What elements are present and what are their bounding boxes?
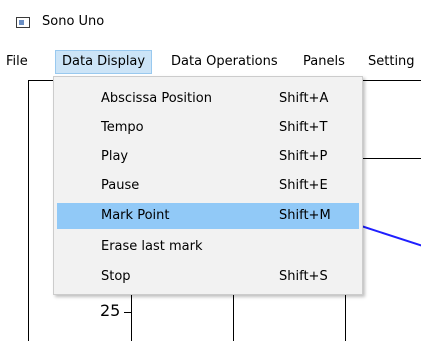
menu-item-play[interactable]: Play Shift+P <box>57 144 359 170</box>
app-window-icon <box>16 17 30 28</box>
menu-item-pause[interactable]: Pause Shift+E <box>57 173 359 199</box>
menu-item-label: Erase last mark <box>101 239 203 254</box>
menu-item-abscissa-position[interactable]: Abscissa Position Shift+A <box>57 86 359 112</box>
menu-bar: File Data Display Data Operations Panels… <box>0 50 421 74</box>
plot-grid-line <box>360 158 421 159</box>
menu-data-operations[interactable]: Data Operations <box>165 50 284 74</box>
plot-y-axis <box>131 295 132 341</box>
menu-item-tempo[interactable]: Tempo Shift+T <box>57 115 359 141</box>
plot-grid-line <box>233 295 234 341</box>
data-display-dropdown: Abscissa Position Shift+A Tempo Shift+T … <box>53 76 363 295</box>
menu-item-shortcut: Shift+M <box>279 208 331 223</box>
menu-item-shortcut: Shift+T <box>279 120 328 135</box>
y-tick-label: 25 <box>100 301 121 320</box>
menu-file[interactable]: File <box>0 50 34 74</box>
menu-item-label: Tempo <box>101 120 144 135</box>
menu-item-shortcut: Shift+E <box>279 178 328 193</box>
menu-settings[interactable]: Setting <box>362 50 421 74</box>
title-bar: Sono Uno <box>0 0 421 46</box>
menu-item-label: Pause <box>101 178 140 193</box>
y-tick-mark <box>124 312 132 313</box>
menu-item-label: Stop <box>101 269 131 284</box>
menu-item-shortcut: Shift+S <box>279 269 328 284</box>
menu-item-shortcut: Shift+A <box>279 91 329 106</box>
menu-item-mark-point[interactable]: Mark Point Shift+M <box>57 203 359 229</box>
window-title: Sono Uno <box>42 14 105 29</box>
menu-panels[interactable]: Panels <box>297 50 351 74</box>
menu-data-display[interactable]: Data Display <box>55 50 153 74</box>
plot-grid-line <box>345 295 346 341</box>
menu-item-label: Play <box>101 149 129 164</box>
menu-item-shortcut: Shift+P <box>279 149 328 164</box>
menu-item-erase-last-mark[interactable]: Erase last mark <box>57 234 359 260</box>
menu-item-label: Abscissa Position <box>101 91 212 106</box>
menu-item-stop[interactable]: Stop Shift+S <box>57 264 359 290</box>
menu-item-label: Mark Point <box>101 208 170 223</box>
